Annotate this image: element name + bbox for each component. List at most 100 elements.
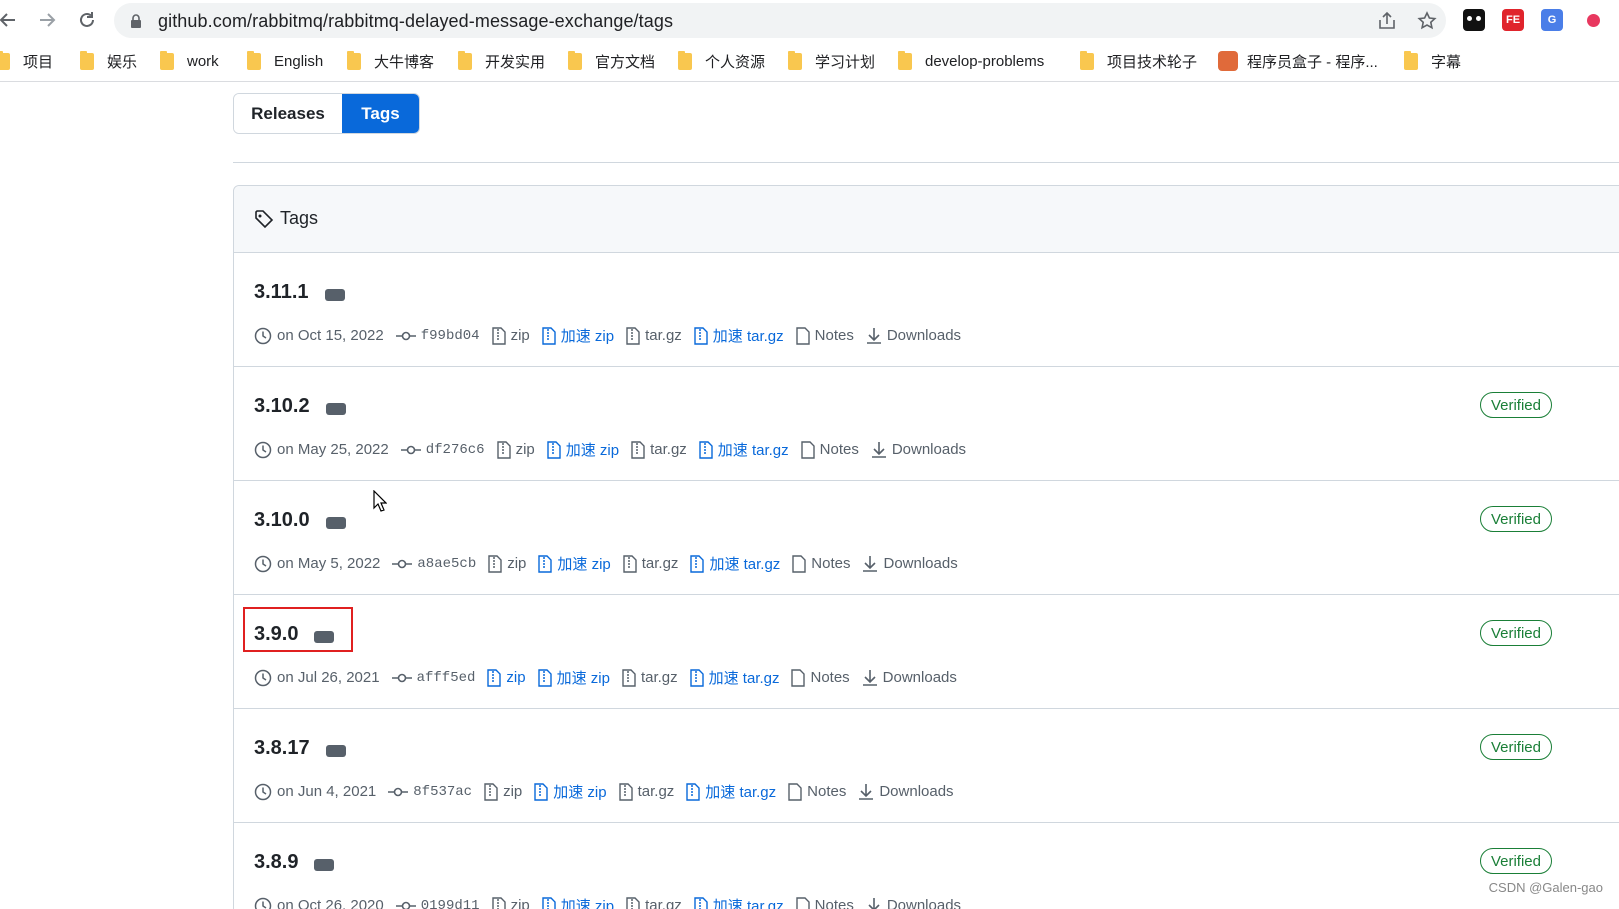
- star-icon[interactable]: [1416, 10, 1438, 32]
- fast-zip-link[interactable]: 加速 zip: [538, 553, 611, 574]
- downloads-link[interactable]: Downloads: [862, 669, 957, 687]
- bookmark-item[interactable]: 学习计划: [788, 50, 875, 71]
- zip-link[interactable]: zip: [491, 326, 530, 345]
- bookmark-item[interactable]: 娱乐: [80, 50, 137, 71]
- more-commits-icon[interactable]: [325, 736, 346, 757]
- download-icon: [868, 897, 880, 909]
- downloads-link[interactable]: Downloads: [871, 441, 966, 459]
- verified-badge[interactable]: Verified: [1479, 734, 1552, 760]
- bookmark-item[interactable]: 项目技术轮子: [1080, 50, 1197, 71]
- downloads-link[interactable]: Downloads: [858, 783, 954, 801]
- tag-date: on May 5, 2022: [277, 555, 381, 572]
- commit-sha-link[interactable]: 8f537ac: [413, 784, 472, 800]
- tag-name-link[interactable]: 3.10.0: [254, 509, 310, 532]
- notes-link[interactable]: Notes: [795, 326, 854, 345]
- fast-zip-link[interactable]: 加速 zip: [547, 439, 619, 460]
- downloads-link[interactable]: Downloads: [866, 327, 961, 345]
- verified-badge[interactable]: Verified: [1479, 620, 1552, 646]
- fast-targz-link[interactable]: 加速 tar.gz: [694, 325, 784, 346]
- downloads-link[interactable]: Downloads: [862, 555, 958, 573]
- more-commits-icon[interactable]: [325, 394, 346, 415]
- commit-sha-link[interactable]: a8ae5cb: [417, 556, 476, 572]
- tag-name-link[interactable]: 3.10.2: [254, 395, 310, 418]
- downloads-link[interactable]: Downloads: [866, 897, 961, 909]
- commit-sha-link[interactable]: df276c6: [426, 442, 485, 458]
- commit-icon: [388, 787, 409, 796]
- bookmark-item[interactable]: work: [160, 50, 219, 71]
- clock-icon: [254, 897, 272, 909]
- file-icon: [788, 782, 802, 801]
- extension-icon-1[interactable]: [1463, 9, 1485, 31]
- bookmark-item[interactable]: 字幕: [1404, 50, 1461, 71]
- fast-zip-link[interactable]: 加速 zip: [537, 667, 610, 688]
- more-commits-icon[interactable]: [314, 850, 335, 871]
- extension-icon-4[interactable]: [1582, 9, 1604, 31]
- share-icon[interactable]: [1376, 10, 1398, 32]
- extension-icon-translate[interactable]: G: [1541, 9, 1563, 31]
- commit-icon: [400, 445, 421, 454]
- bookmarks-bar: 项目 娱乐 work English 大牛博客 开发实用 官方文档 个人资源 学…: [0, 40, 1619, 82]
- zip-link[interactable]: zip: [484, 782, 522, 801]
- fast-zip-link[interactable]: 加速 zip: [534, 781, 607, 802]
- targz-link[interactable]: tar.gz: [626, 896, 682, 909]
- tag-name-link[interactable]: 3.11.1: [254, 281, 309, 304]
- bookmark-item[interactable]: 项目: [0, 50, 53, 71]
- forward-button[interactable]: [31, 4, 63, 36]
- file-zip-icon: [626, 326, 640, 345]
- bookmark-item[interactable]: English: [247, 50, 323, 71]
- fast-targz-link[interactable]: 加速 tar.gz: [694, 895, 784, 909]
- file-zip-icon: [496, 440, 511, 459]
- notes-link[interactable]: Notes: [788, 782, 846, 801]
- extension-icon-fe[interactable]: FE: [1502, 9, 1524, 31]
- tab-releases[interactable]: Releases: [234, 94, 342, 133]
- back-button[interactable]: [0, 4, 24, 36]
- verified-badge[interactable]: Verified: [1479, 848, 1552, 874]
- zip-link[interactable]: zip: [491, 896, 530, 909]
- verified-badge[interactable]: Verified: [1479, 392, 1552, 418]
- bookmark-item[interactable]: 官方文档: [568, 50, 655, 71]
- tag-name-link[interactable]: 3.8.9: [254, 851, 298, 874]
- zip-link[interactable]: zip: [496, 440, 535, 459]
- notes-link[interactable]: Notes: [795, 896, 854, 909]
- commit-icon: [392, 559, 413, 568]
- fast-zip-link[interactable]: 加速 zip: [542, 325, 614, 346]
- tag-name-link[interactable]: 3.8.17: [254, 737, 310, 760]
- targz-link[interactable]: tar.gz: [622, 668, 678, 687]
- more-commits-icon[interactable]: [324, 280, 345, 301]
- fast-targz-link[interactable]: 加速 tar.gz: [699, 439, 789, 460]
- tab-tags[interactable]: Tags: [342, 94, 419, 133]
- commit-sha-link[interactable]: 0199d11: [421, 898, 480, 909]
- fast-targz-link[interactable]: 加速 tar.gz: [686, 781, 776, 802]
- commit-sha-link[interactable]: afff5ed: [417, 670, 476, 686]
- targz-link[interactable]: tar.gz: [623, 554, 678, 573]
- more-commits-icon[interactable]: [325, 508, 346, 529]
- commit-sha-link[interactable]: f99bd04: [421, 328, 480, 344]
- targz-link[interactable]: tar.gz: [618, 782, 674, 801]
- reload-button[interactable]: [71, 4, 103, 36]
- notes-link[interactable]: Notes: [800, 440, 859, 459]
- targz-link[interactable]: tar.gz: [626, 326, 682, 345]
- zip-link[interactable]: zip: [488, 554, 526, 573]
- browser-toolbar: github.com/rabbitmq/rabbitmq-delayed-mes…: [0, 0, 1619, 40]
- commit-icon: [391, 673, 412, 682]
- zip-link[interactable]: zip: [487, 668, 526, 687]
- watermark: CSDN @Galen-gao: [1488, 880, 1603, 895]
- bookmark-item[interactable]: 大牛博客: [347, 50, 434, 71]
- file-zip-icon: [626, 896, 640, 909]
- fast-targz-link[interactable]: 加速 tar.gz: [689, 667, 779, 688]
- fast-targz-link[interactable]: 加速 tar.gz: [690, 553, 780, 574]
- targz-link[interactable]: tar.gz: [631, 440, 687, 459]
- bookmark-item[interactable]: 开发实用: [458, 50, 545, 71]
- bookmark-item[interactable]: develop-problems: [898, 50, 1044, 71]
- file-zip-icon: [686, 782, 700, 801]
- bookmark-item[interactable]: 个人资源: [678, 50, 765, 71]
- bookmark-item[interactable]: 程序员盒子 - 程序...: [1218, 51, 1378, 71]
- notes-link[interactable]: Notes: [791, 668, 850, 687]
- notes-link[interactable]: Notes: [792, 554, 850, 573]
- fast-zip-link[interactable]: 加速 zip: [542, 895, 614, 909]
- tags-box-title: Tags: [280, 208, 319, 228]
- download-icon: [863, 555, 878, 572]
- verified-badge[interactable]: Verified: [1479, 506, 1552, 532]
- address-bar[interactable]: github.com/rabbitmq/rabbitmq-delayed-mes…: [114, 3, 1446, 38]
- tag-row: 3.8.9 Verified on Oct 26, 2020 0199d11 z…: [234, 823, 1619, 909]
